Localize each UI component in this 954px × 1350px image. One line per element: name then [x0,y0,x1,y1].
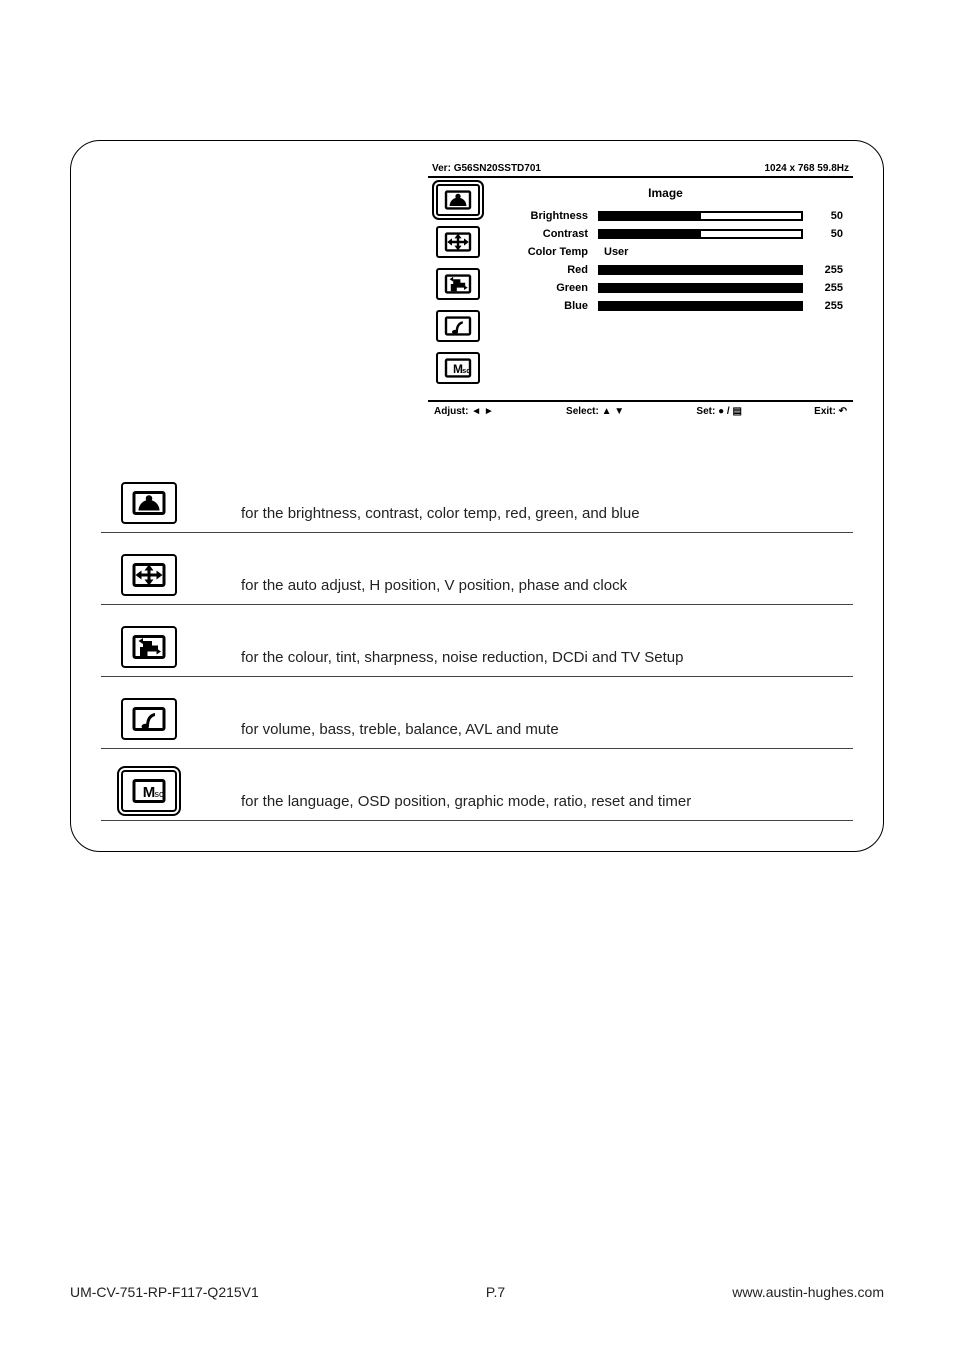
audio-icon-legend [121,698,177,740]
param-value: 50 [813,228,843,240]
color-icon-legend [121,626,177,668]
param-label: Red [488,264,588,276]
audio-icon [127,704,171,734]
legend-row: for the auto adjust, H position, V posit… [101,533,853,605]
osd-tab-position-icon[interactable] [436,226,480,258]
image-icon [441,188,475,212]
osd-param-row[interactable]: Brightness 50 [488,210,843,222]
legend-description: for the colour, tint, sharpness, noise r… [241,649,853,668]
param-slider[interactable] [598,265,803,275]
footer-page-number: P.7 [259,1284,732,1300]
legend-description: for the auto adjust, H position, V posit… [241,577,853,596]
page-footer: UM-CV-751-RP-F117-Q215V1 P.7 www.austin-… [70,1284,884,1300]
footer-url: www.austin-hughes.com [732,1284,884,1300]
param-label: Brightness [488,210,588,222]
param-slider[interactable] [598,301,803,311]
param-slider[interactable] [598,211,803,221]
legend-row: for the colour, tint, sharpness, noise r… [101,605,853,677]
param-label: Contrast [488,228,588,240]
icon-legend: for the brightness, contrast, color temp… [101,461,853,821]
audio-icon [441,314,475,338]
osd-param-row[interactable]: Color Temp User [488,246,843,258]
image-icon-legend [121,482,177,524]
param-label: Blue [488,300,588,312]
color-icon [441,272,475,296]
param-slider[interactable] [598,283,803,293]
osd-tab-audio-icon[interactable] [436,310,480,342]
osd-tab-misc-icon[interactable] [436,352,480,384]
footer-doc-id: UM-CV-751-RP-F117-Q215V1 [70,1284,259,1300]
osd-param-row[interactable]: Green 255 [488,282,843,294]
osd-hint-exit: Exit: ↶ [814,406,847,417]
osd-tab-color-icon[interactable] [436,268,480,300]
page-content-box: Ver: G56SN20SSTD701 1024 x 768 59.8Hz Im… [70,140,884,852]
osd-hint-set: Set: ● / ▤ [696,406,742,417]
param-value: 255 [813,264,843,276]
legend-description: for the language, OSD position, graphic … [241,793,853,812]
param-label: Green [488,282,588,294]
legend-row: for the brightness, contrast, color temp… [101,461,853,533]
position-icon [127,560,171,590]
color-icon [127,632,171,662]
position-icon-legend [121,554,177,596]
param-value: 50 [813,210,843,222]
position-icon [441,230,475,254]
legend-description: for the brightness, contrast, color temp… [241,505,853,524]
osd-tab-image-icon[interactable] [436,184,480,216]
misc-icon [127,776,171,806]
osd-param-row[interactable]: Blue 255 [488,300,843,312]
osd-hint-adjust: Adjust: ◄ ► [434,406,494,417]
param-value: 255 [813,300,843,312]
osd-param-row[interactable]: Red 255 [488,264,843,276]
osd-panel: Ver: G56SN20SSTD701 1024 x 768 59.8Hz Im… [428,161,853,421]
osd-param-row[interactable]: Contrast 50 [488,228,843,240]
osd-hint-select: Select: ▲ ▼ [566,406,624,417]
legend-row: for volume, bass, treble, balance, AVL a… [101,677,853,749]
param-value: 255 [813,282,843,294]
legend-row: for the language, OSD position, graphic … [101,749,853,821]
image-icon [127,488,171,518]
osd-version: Ver: G56SN20SSTD701 [432,163,541,174]
osd-resolution: 1024 x 768 59.8Hz [764,163,849,174]
legend-description: for volume, bass, treble, balance, AVL a… [241,721,853,740]
param-value: User [598,246,803,258]
param-label: Color Temp [488,246,588,258]
param-slider[interactable] [598,229,803,239]
misc-icon-legend [121,770,177,812]
osd-section-title: Image [488,186,843,200]
misc-icon [441,356,475,380]
